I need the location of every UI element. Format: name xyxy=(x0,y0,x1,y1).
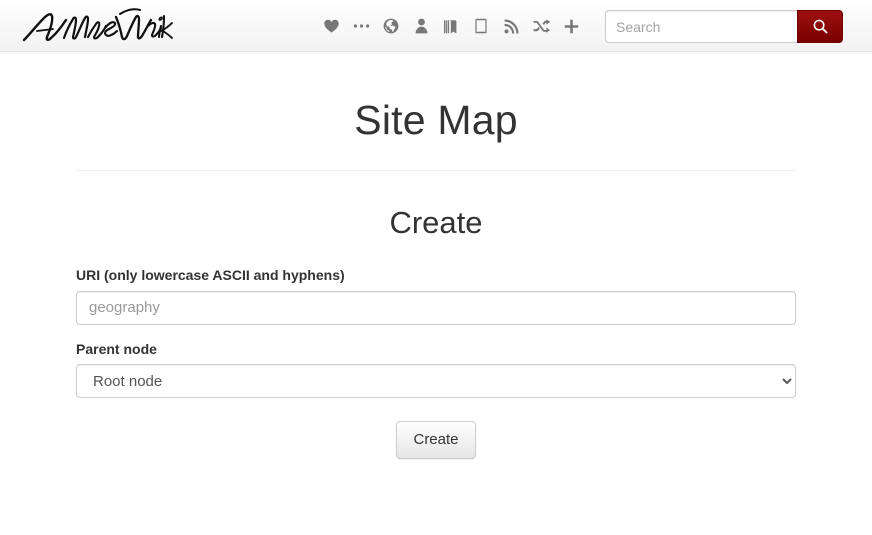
tablet-icon[interactable] xyxy=(466,0,496,52)
heart-icon[interactable] xyxy=(316,0,346,52)
ellipsis-icon-glyph xyxy=(353,24,369,28)
book-icon[interactable] xyxy=(436,0,466,52)
uri-input[interactable] xyxy=(76,290,796,325)
parent-node-select[interactable]: Root node xyxy=(76,364,796,399)
ellipsis-icon[interactable] xyxy=(346,0,376,52)
heart-icon-glyph xyxy=(323,19,339,33)
book-icon-glyph xyxy=(443,19,456,33)
search-button[interactable] xyxy=(797,10,843,43)
section-title: Create xyxy=(389,205,483,241)
top-navbar xyxy=(0,0,872,52)
submit-row: Create xyxy=(76,421,796,459)
parent-node-label: Parent node xyxy=(76,340,157,357)
title-divider xyxy=(76,170,796,172)
parent-node-form-group: Parent node Root node xyxy=(76,340,796,399)
brand-logo[interactable] xyxy=(20,1,180,51)
uri-form-group: URI (only lowercase ASCII and hyphens) xyxy=(76,266,796,325)
rss-icon-glyph xyxy=(504,19,518,33)
random-icon[interactable] xyxy=(526,0,556,52)
create-button[interactable]: Create xyxy=(396,421,476,459)
plus-icon[interactable] xyxy=(556,0,586,52)
search-input[interactable] xyxy=(605,10,797,43)
page-container: Site Map Create URI (only lowercase ASCI… xyxy=(76,52,796,459)
user-icon[interactable] xyxy=(406,0,436,52)
page-title: Site Map xyxy=(354,97,518,143)
user-icon-glyph xyxy=(415,18,427,34)
plus-icon-glyph xyxy=(564,19,578,33)
tablet-icon-glyph xyxy=(475,18,487,34)
uri-label: URI (only lowercase ASCII and hyphens) xyxy=(76,267,345,284)
amusewiki-logo-icon xyxy=(22,8,173,42)
create-node-form: URI (only lowercase ASCII and hyphens) P… xyxy=(76,266,796,459)
search-icon xyxy=(813,19,828,34)
navbar-search-form xyxy=(605,10,843,43)
navbar-icon-list xyxy=(316,0,586,52)
rss-icon[interactable] xyxy=(496,0,526,52)
globe-icon[interactable] xyxy=(376,0,406,52)
random-shuffle-icon-glyph xyxy=(533,19,550,33)
globe-icon-glyph xyxy=(383,18,399,34)
